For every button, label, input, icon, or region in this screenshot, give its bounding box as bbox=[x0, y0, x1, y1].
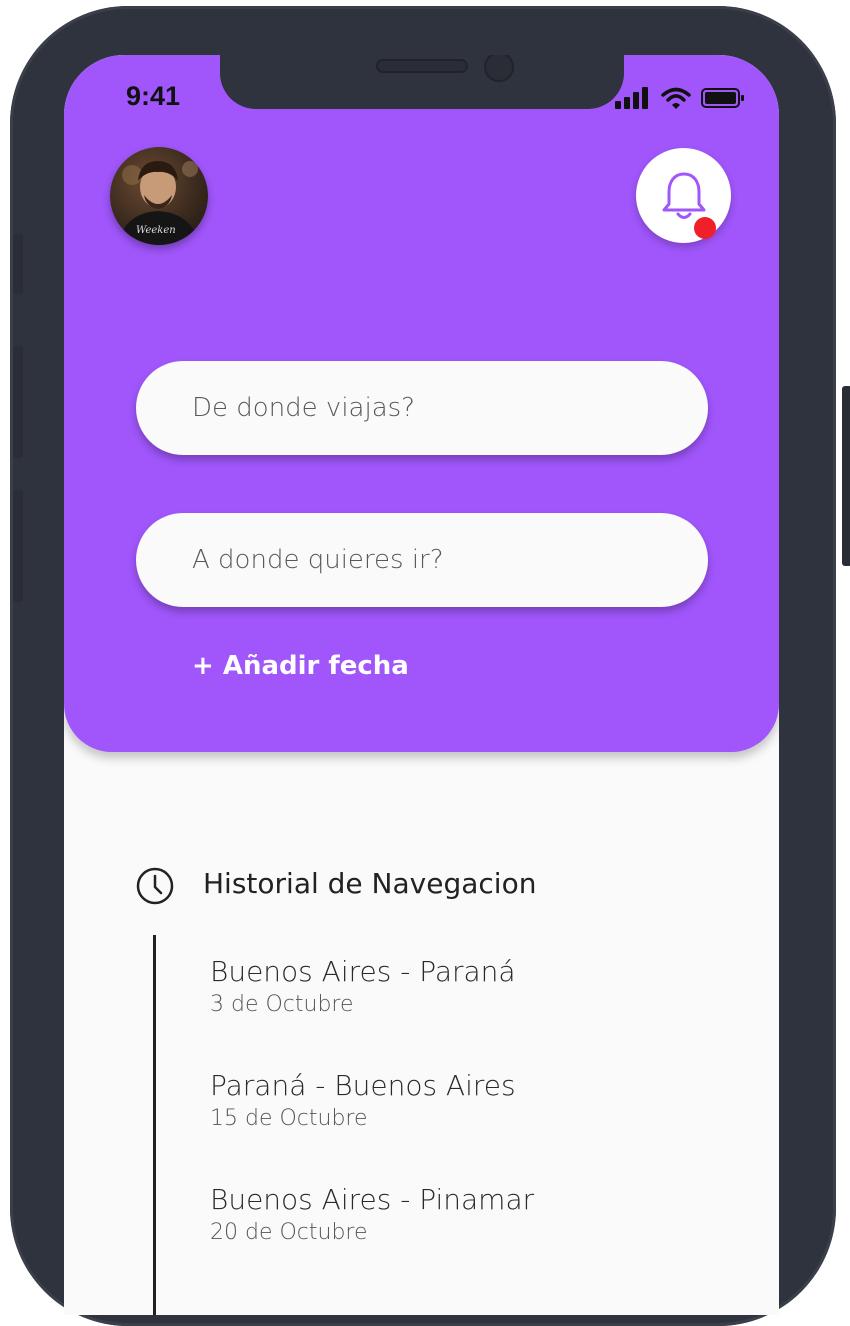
signal-icon bbox=[615, 87, 648, 109]
status-icons bbox=[615, 87, 745, 109]
volume-up-button bbox=[13, 346, 23, 458]
mute-switch bbox=[13, 234, 23, 294]
history-item[interactable]: Paraná - Buenos Aires 15 de Octubre bbox=[210, 1068, 516, 1134]
clock-icon bbox=[136, 867, 174, 905]
history-date: 15 de Octubre bbox=[210, 1106, 368, 1131]
svg-text:Weeken: Weeken bbox=[136, 225, 176, 236]
front-camera bbox=[484, 55, 514, 82]
history-date: 3 de Octubre bbox=[210, 992, 354, 1017]
power-button bbox=[842, 386, 850, 566]
speaker-grille bbox=[376, 59, 468, 73]
history-route: Paraná - Buenos Aires bbox=[210, 1069, 516, 1102]
bell-icon bbox=[662, 172, 706, 219]
device-notch bbox=[220, 55, 624, 109]
volume-down-button bbox=[13, 490, 23, 602]
battery-icon bbox=[701, 88, 744, 108]
history-date: 20 de Octubre bbox=[210, 1220, 368, 1245]
user-avatar[interactable]: Weeken bbox=[110, 147, 208, 245]
history-title: Historial de Navegacion bbox=[203, 867, 537, 900]
history-route: Buenos Aires - Pinamar bbox=[210, 1183, 535, 1216]
history-item[interactable]: Buenos Aires - Pinamar 20 de Octubre bbox=[210, 1182, 534, 1248]
search-header: 9:41 Weeken De donde viajas? A donde qui… bbox=[64, 55, 779, 752]
notification-badge bbox=[694, 217, 716, 239]
add-date-button[interactable]: + Añadir fecha bbox=[192, 651, 409, 681]
history-route: Buenos Aires - Paraná bbox=[210, 955, 516, 988]
history-item[interactable]: Buenos Aires - Paraná 3 de Octubre bbox=[210, 954, 516, 1020]
status-time: 9:41 bbox=[126, 81, 181, 111]
origin-input[interactable] bbox=[136, 361, 708, 455]
app-screen: 9:41 Weeken De donde viajas? A donde qui… bbox=[64, 55, 779, 1315]
notifications-button[interactable] bbox=[636, 148, 731, 243]
wifi-icon bbox=[661, 87, 691, 109]
avatar-photo: Weeken bbox=[118, 161, 200, 245]
history-timeline bbox=[153, 935, 156, 1315]
destination-input[interactable] bbox=[136, 513, 708, 607]
